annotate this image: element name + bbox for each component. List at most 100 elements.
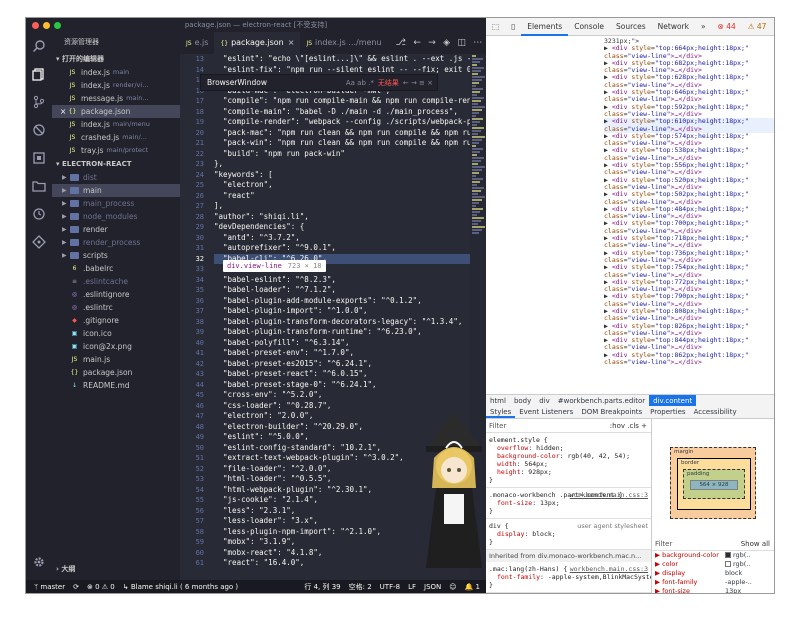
rule-property[interactable]: width: 564px; xyxy=(489,460,648,468)
device-toggle-icon[interactable]: ▯ xyxy=(505,18,521,36)
next-change-icon[interactable]: → xyxy=(428,38,436,48)
tree-folder[interactable]: ▶ main_process xyxy=(52,197,180,210)
code-line[interactable]: "compile-render": "webpack --config ./sc… xyxy=(214,117,486,128)
code-line[interactable]: "compile-main": "babel -D ./main -d ./ma… xyxy=(214,107,486,118)
find-nav-buttons[interactable]: ← → ≡ × xyxy=(403,79,433,87)
error-count[interactable]: ⊗ 44 xyxy=(712,18,742,36)
devtools-tab[interactable]: Network xyxy=(652,18,695,36)
tree-file[interactable]: ◎ .eslintignore xyxy=(52,288,180,301)
open-editors-header[interactable]: ▾ 打开的编辑器 xyxy=(52,52,180,66)
tree-file[interactable]: ↓ README.md xyxy=(52,379,180,392)
code-line[interactable]: "react" xyxy=(214,191,486,202)
code-line[interactable]: "devDependencies": { xyxy=(214,222,486,233)
tree-file[interactable]: ◆ .gitignore xyxy=(52,314,180,327)
close-editor-icon[interactable]: × xyxy=(60,105,68,118)
editor-tab[interactable]: JS e.js xyxy=(180,32,214,54)
folder-icon[interactable] xyxy=(26,172,52,200)
tree-folder[interactable]: ▶ dist xyxy=(52,171,180,184)
breadcrumb-item[interactable]: #workbench.parts.editor xyxy=(554,395,649,406)
elements-tree[interactable]: 3231px;"> ▶ <div style="top:664px;height… xyxy=(486,36,774,392)
status-item[interactable]: 🔔 1 xyxy=(465,583,480,591)
devtools-tab[interactable]: » xyxy=(695,18,712,36)
breadcrumb-item[interactable]: div.content xyxy=(649,395,697,406)
tree-folder[interactable]: ▶ node_modules xyxy=(52,210,180,223)
status-item[interactable]: ⟳ xyxy=(73,583,79,591)
devtools-tab[interactable]: Elements xyxy=(521,18,569,36)
rule-property[interactable]: height: 928px; xyxy=(489,468,648,476)
git-compare-icon[interactable]: ⎇ xyxy=(396,38,406,48)
devtools-menu-icon[interactable]: ⋮ xyxy=(772,18,774,36)
project-header[interactable]: ▾ ELECTRON-REACT xyxy=(52,157,180,171)
computed-property[interactable]: ▶ display block xyxy=(652,569,774,578)
code-line[interactable]: "pack-win": "npm run clean && npm run co… xyxy=(214,138,486,149)
styles-subtab[interactable]: Styles xyxy=(486,406,516,418)
find-input[interactable]: BrowserWindow xyxy=(207,78,267,87)
gitlens-icon[interactable]: ◈ xyxy=(443,38,450,48)
rule-property[interactable]: font-size: 13px; xyxy=(489,499,648,507)
breadcrumb-item[interactable]: body xyxy=(510,395,535,406)
status-item[interactable]: ⊗ 0 ⚠ 0 xyxy=(87,583,115,591)
tree-file[interactable]: ≡ .eslintcache xyxy=(52,275,180,288)
files-icon[interactable] xyxy=(26,60,52,88)
tree-file[interactable]: {} package.json xyxy=(52,366,180,379)
status-item[interactable]: UTF-8 xyxy=(380,583,400,591)
code-line[interactable]: "eslint": "echo \"[eslint...]\" && eslin… xyxy=(214,54,486,65)
code-line[interactable]: "electron", xyxy=(214,180,486,191)
styles-subtab[interactable]: Event Listeners xyxy=(515,406,577,418)
gitlens-icon[interactable] xyxy=(26,228,52,256)
code-line[interactable]: "babel-preset-stage-0": "^6.24.1", xyxy=(214,380,486,391)
tree-folder[interactable]: ▶ scripts xyxy=(52,249,180,262)
status-item[interactable]: JSON xyxy=(424,583,441,591)
previous-change-icon[interactable]: ← xyxy=(413,38,421,48)
code-line[interactable]: "babel-plugin-transform-decorators-legac… xyxy=(214,317,486,328)
extensions-icon[interactable] xyxy=(26,144,52,172)
code-line[interactable]: "babel-loader": "^7.1.2", xyxy=(214,285,486,296)
rule-property[interactable]: font-family: -apple-system,BlinkMacSyste… xyxy=(489,573,651,581)
code-line[interactable]: "autoprefixer": "^9.0.1", xyxy=(214,243,486,254)
code-line[interactable]: "babel-preset-es2015": "^6.24.1", xyxy=(214,359,486,370)
tree-file[interactable]: ▣ icon.ico xyxy=(52,327,180,340)
tree-file[interactable]: ▣ icon@2x.png xyxy=(52,340,180,353)
timeline-icon[interactable] xyxy=(26,200,52,228)
hov-cls-buttons[interactable]: :hov .cls + xyxy=(610,419,647,432)
status-item[interactable]: ᛘ master xyxy=(34,583,65,591)
code-line[interactable]: "babel-preset-react": "^6.0.15", xyxy=(214,369,486,380)
open-editor-item[interactable]: JS crashed.js main/... xyxy=(52,131,180,144)
code-line[interactable]: "babel-preset-env": "^1.7.0", xyxy=(214,348,486,359)
devtools-tab[interactable]: Sources xyxy=(610,18,652,36)
status-item[interactable]: 行 4, 列 39 xyxy=(304,582,340,592)
code-line[interactable]: "babel-eslint": "^8.2.3", xyxy=(214,275,486,286)
outline-header[interactable]: › 大纲 xyxy=(52,562,75,576)
rule-property[interactable]: background-color: rgb(40, 42, 54); xyxy=(489,452,648,460)
zoom-window-button[interactable] xyxy=(54,22,61,29)
rule-source-link[interactable]: workbench.main.css:3 xyxy=(570,491,648,499)
computed-property[interactable]: ▶ color rgb(.. xyxy=(652,560,774,569)
tree-folder[interactable]: ▶ render_process xyxy=(52,236,180,249)
open-editor-item[interactable]: JS tray.js main/protect xyxy=(52,144,180,157)
code-line[interactable]: "babel-polyfill": "^6.3.14", xyxy=(214,338,486,349)
inspect-element-icon[interactable]: ⬚ xyxy=(486,18,505,36)
open-editor-item[interactable]: JS index.js main xyxy=(52,66,180,79)
breadcrumb-item[interactable]: html xyxy=(486,395,510,406)
tree-file[interactable]: 6 .babelrc xyxy=(52,262,180,275)
close-tab-icon[interactable]: × xyxy=(288,38,295,47)
code-line[interactable]: }, xyxy=(214,159,486,170)
code-line[interactable]: "build": "npm run pack-win" xyxy=(214,149,486,160)
rule-property[interactable]: display: block; xyxy=(489,530,648,538)
status-item[interactable]: ☺ xyxy=(449,583,456,591)
open-editor-item[interactable]: JS message.js main... xyxy=(52,92,180,105)
split-editor-icon[interactable]: ◫ xyxy=(457,38,466,48)
code-line[interactable]: "babel-plugin-import": "^1.0.0", xyxy=(214,306,486,317)
tree-folder[interactable]: ▶ render xyxy=(52,223,180,236)
search-icon[interactable] xyxy=(26,32,52,60)
code-line[interactable]: "antd": "^3.7.2", xyxy=(214,233,486,244)
code-line[interactable]: "cross-env": "^5.2.0", xyxy=(214,390,486,401)
open-editor-item[interactable]: ×{} package.json xyxy=(52,105,180,118)
computed-property[interactable]: ▶ background-color rgb(.. xyxy=(652,551,774,560)
computed-property[interactable]: ▶ font-size 13px xyxy=(652,587,774,593)
settings-gear-icon[interactable] xyxy=(26,548,52,576)
code-line[interactable]: "author": "shiqi.li", xyxy=(214,212,486,223)
close-window-button[interactable] xyxy=(32,22,39,29)
styles-subtab[interactable]: Properties xyxy=(646,406,689,418)
more-actions-icon[interactable]: ⋯ xyxy=(473,38,482,48)
